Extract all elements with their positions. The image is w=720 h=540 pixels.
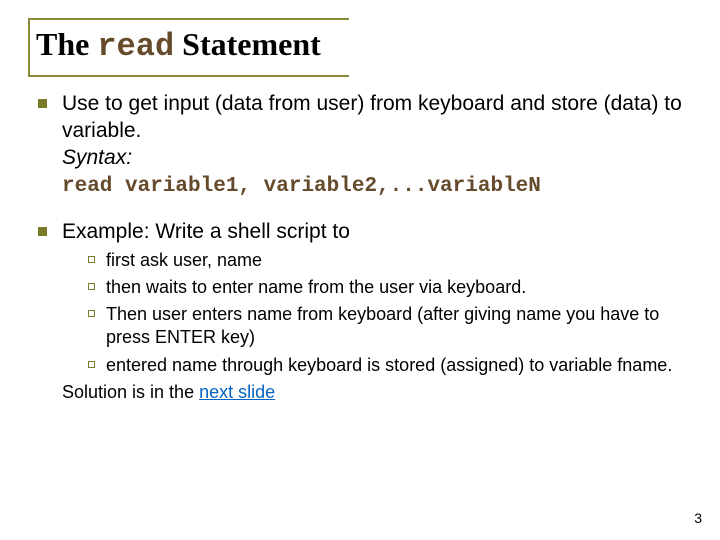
slide-title: The read Statement <box>36 26 321 62</box>
sub-bullet-2-text: then waits to enter name from the user v… <box>106 277 526 297</box>
bullet-item-1: Use to get input (data from user) from k… <box>28 91 692 201</box>
bullet1-text: Use to get input (data from user) from k… <box>62 92 682 142</box>
title-container: The read Statement <box>28 18 349 77</box>
sub-bullet-4: entered name through keyboard is stored … <box>62 354 692 377</box>
page-number: 3 <box>694 510 702 526</box>
sub-bullet-2: then waits to enter name from the user v… <box>62 276 692 299</box>
bullet-list: Use to get input (data from user) from k… <box>28 91 692 404</box>
title-prefix: The <box>36 26 97 62</box>
sub-bullet-1-text: first ask user, name <box>106 250 262 270</box>
sub-bullet-1: first ask user, name <box>62 249 692 272</box>
solution-line: Solution is in the next slide <box>62 381 692 404</box>
syntax-code: read variable1, variable2,...variableN <box>62 175 541 198</box>
bullet2-intro: Example: Write a shell script to <box>62 220 350 243</box>
sub-bullet-4-text: entered name through keyboard is stored … <box>106 355 672 375</box>
next-slide-link[interactable]: next slide <box>199 382 275 402</box>
slide: The read Statement Use to get input (dat… <box>0 0 720 540</box>
bullet-item-2: Example: Write a shell script to first a… <box>28 219 692 404</box>
solution-prefix: Solution is in the <box>62 382 199 402</box>
sub-bullet-3-text: Then user enters name from keyboard (aft… <box>106 304 659 347</box>
sub-bullet-3: Then user enters name from keyboard (aft… <box>62 303 692 349</box>
slide-body: Use to get input (data from user) from k… <box>28 91 692 404</box>
title-suffix: Statement <box>174 26 321 62</box>
sub-bullet-list: first ask user, name then waits to enter… <box>62 249 692 376</box>
title-code: read <box>97 28 174 65</box>
syntax-label: Syntax: <box>62 146 132 169</box>
